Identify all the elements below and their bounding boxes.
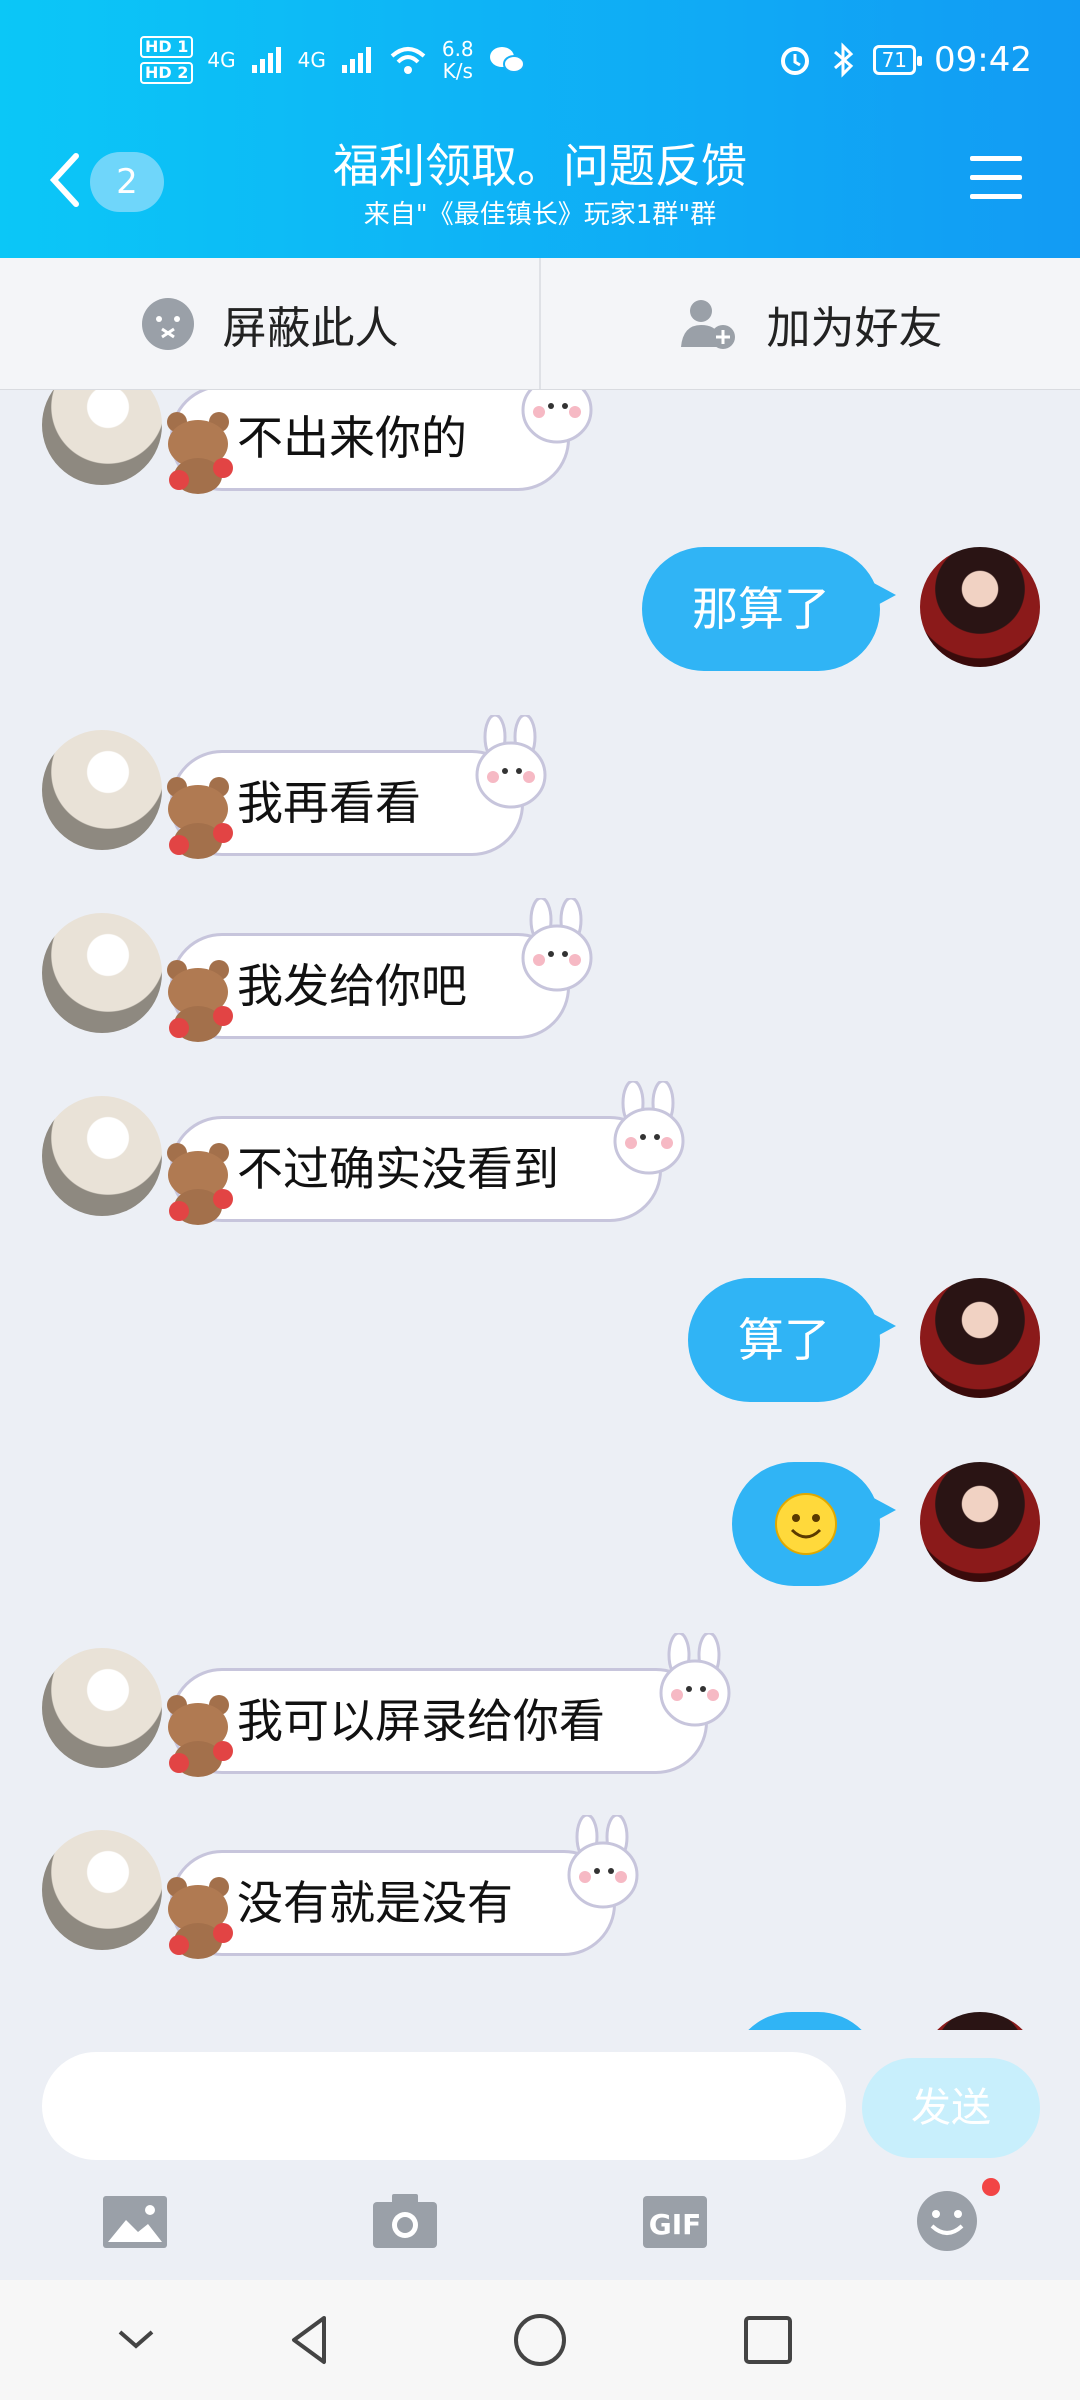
- block-icon: [141, 297, 194, 350]
- bear-sticker-icon: [167, 960, 233, 1042]
- chat-title: 福利领取。问题反馈: [333, 139, 747, 193]
- chevron-down-icon[interactable]: [106, 2310, 166, 2370]
- bunny-sticker-icon: [659, 1633, 731, 1727]
- bear-sticker-icon: [167, 1143, 233, 1225]
- composer: 发送 GIF: [0, 2030, 1080, 2280]
- gif-label: GIF: [649, 2208, 702, 2241]
- self-avatar[interactable]: [920, 2012, 1040, 2030]
- bear-sticker-icon: [167, 777, 233, 859]
- bear-sticker-icon: [167, 412, 233, 494]
- self-avatar[interactable]: [920, 1278, 1040, 1398]
- bunny-sticker-icon: [521, 898, 593, 992]
- message-row: 我再看看: [0, 715, 1080, 860]
- block-user-label: 屏蔽此人: [222, 302, 399, 354]
- message-row: [0, 1462, 1080, 1592]
- message-bubble[interactable]: 我发给你吧: [167, 898, 593, 1042]
- sender-avatar[interactable]: [42, 1830, 162, 1950]
- network1-label: 4G: [207, 48, 236, 72]
- message-bubble[interactable]: 那算了: [642, 547, 896, 671]
- speed-value: 6.8: [441, 37, 474, 61]
- message-bubble[interactable]: [732, 1462, 896, 1586]
- message-input[interactable]: [42, 2052, 846, 2160]
- recents-square-icon[interactable]: [738, 2310, 798, 2370]
- message-row: 没有就是没有: [0, 1815, 1080, 1960]
- network2-label: 4G: [297, 48, 326, 72]
- message-row: 那算了: [0, 547, 1080, 677]
- chat-subtitle: 来自"《最佳镇长》玩家1群"群: [363, 200, 717, 230]
- home-circle-icon[interactable]: [510, 2310, 570, 2370]
- emoji-icon[interactable]: [912, 2190, 982, 2252]
- message-row: [0, 2012, 1080, 2030]
- bunny-sticker-icon: [567, 1815, 639, 1909]
- message-text: 我再看看: [237, 776, 421, 830]
- back-triangle-icon[interactable]: [280, 2310, 340, 2370]
- message-row: 我可以屏录给你看: [0, 1633, 1080, 1778]
- system-nav-bar: [0, 2280, 1080, 2400]
- message-text: 不过确实没看到: [237, 1142, 559, 1196]
- bear-sticker-icon: [167, 1695, 233, 1777]
- bunny-sticker-icon: [613, 1081, 685, 1175]
- smile-emoji-icon: [775, 1493, 837, 1555]
- status-bar: HD 1 HD 2 4G 4G 6.8 K/s 71 09:42: [0, 30, 1080, 100]
- message-row: 不过确实没看到: [0, 1081, 1080, 1226]
- signal-icon: [341, 47, 371, 73]
- message-list[interactable]: 不出来你的 那算了 我再看看 我发给你吧 不过确实没看到 算了 我可以屏录给你看…: [0, 390, 1080, 2030]
- status-left: HD 1 HD 2 4G 4G 6.8 K/s: [140, 36, 526, 84]
- message-text: 不出来你的: [237, 411, 467, 465]
- sender-avatar[interactable]: [42, 1096, 162, 1216]
- composer-toolbar: GIF: [0, 2180, 1080, 2270]
- camera-icon[interactable]: [370, 2190, 440, 2252]
- message-bubble[interactable]: [730, 2012, 880, 2030]
- speed-unit: K/s: [442, 59, 473, 83]
- bunny-sticker-icon: [521, 390, 593, 444]
- stranger-action-bar: 屏蔽此人 加为好友: [0, 258, 1080, 390]
- sender-avatar[interactable]: [42, 730, 162, 850]
- menu-icon[interactable]: [970, 156, 1022, 202]
- message-bubble[interactable]: 不过确实没看到: [167, 1081, 685, 1225]
- message-row: 我发给你吧: [0, 898, 1080, 1043]
- gif-icon[interactable]: GIF: [640, 2190, 710, 2252]
- hd1-label: HD 1: [140, 36, 194, 58]
- self-avatar[interactable]: [920, 1462, 1040, 1582]
- image-icon[interactable]: [100, 2190, 170, 2252]
- battery-indicator: 71: [872, 45, 923, 75]
- add-friend-button[interactable]: 加为好友: [539, 258, 1080, 389]
- message-bubble[interactable]: 不出来你的: [167, 390, 593, 494]
- sender-avatar[interactable]: [42, 1648, 162, 1768]
- message-bubble[interactable]: 我再看看: [167, 715, 547, 859]
- add-friend-icon: [680, 299, 735, 349]
- network-speed: 6.8 K/s: [442, 38, 474, 82]
- message-text: 没有就是没有: [237, 1876, 513, 1930]
- chat-header: HD 1 HD 2 4G 4G 6.8 K/s 71 09:42 2 福利领取。…: [0, 0, 1080, 258]
- message-text: 我发给你吧: [237, 959, 467, 1013]
- message-row: 算了: [0, 1278, 1080, 1408]
- message-bubble[interactable]: 算了: [688, 1278, 896, 1402]
- self-avatar[interactable]: [920, 547, 1040, 667]
- bluetooth-icon: [833, 42, 853, 78]
- message-text: 算了: [738, 1313, 830, 1367]
- add-friend-label: 加为好友: [766, 302, 943, 354]
- send-button[interactable]: 发送: [862, 2058, 1040, 2158]
- message-row: 不出来你的: [0, 390, 1080, 495]
- sender-avatar[interactable]: [42, 390, 162, 485]
- hd2-label: HD 2: [140, 62, 194, 84]
- message-bubble[interactable]: 没有就是没有: [167, 1815, 639, 1959]
- message-text: 我可以屏录给你看: [237, 1694, 605, 1748]
- block-user-button[interactable]: 屏蔽此人: [0, 258, 539, 389]
- signal-icon: [251, 47, 281, 73]
- wechat-icon: [489, 47, 525, 73]
- bunny-sticker-icon: [475, 715, 547, 809]
- clock: 09:42: [934, 40, 1032, 80]
- alarm-icon: [780, 47, 809, 75]
- hd-indicators: HD 1 HD 2: [140, 36, 194, 84]
- wifi-icon: [390, 47, 426, 74]
- notification-dot: [982, 2178, 1000, 2196]
- sender-avatar[interactable]: [42, 913, 162, 1033]
- bear-sticker-icon: [167, 1877, 233, 1959]
- message-bubble[interactable]: 我可以屏录给你看: [167, 1633, 731, 1777]
- message-text: 那算了: [692, 582, 830, 636]
- status-right: 71 09:42: [777, 40, 1032, 80]
